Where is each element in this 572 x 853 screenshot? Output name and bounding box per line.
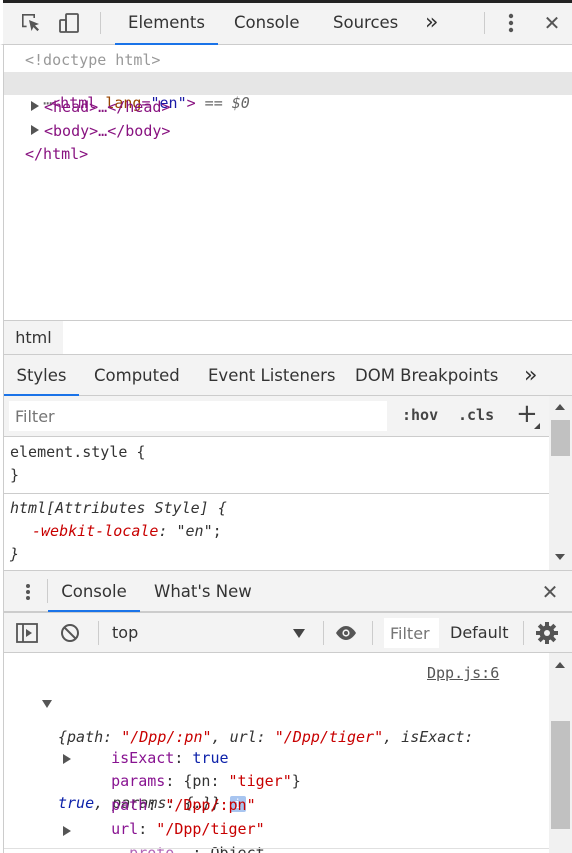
- console-toolbar-divider-2: [323, 621, 324, 645]
- rule-divider: [4, 493, 549, 494]
- console-toolbar: top Default: [3, 612, 572, 653]
- tab-elements-label: Elements: [128, 12, 205, 32]
- console-scrollbar[interactable]: [549, 653, 572, 853]
- drawer-tab-whats-new[interactable]: What's New: [154, 571, 252, 611]
- tab-sources-label: Sources: [333, 12, 399, 32]
- styles-tabbar: Styles Computed Event Listeners DOM Brea…: [3, 355, 572, 396]
- expand-body-triangle-icon[interactable]: [31, 125, 39, 135]
- console-toolbar-divider-3: [372, 621, 373, 645]
- context-selector[interactable]: top: [105, 618, 315, 648]
- toolbar-divider: [100, 12, 101, 34]
- device-toolbar-icon[interactable]: [55, 9, 83, 37]
- styles-pane: element.style { } html[Attributes Style]…: [3, 437, 549, 570]
- tab-dom-breakpoints[interactable]: DOM Breakpoints: [355, 355, 498, 395]
- expand-proto-triangle-icon[interactable]: [63, 826, 71, 836]
- breadcrumb: html: [3, 320, 572, 355]
- tab-event-listeners[interactable]: Event Listeners: [208, 355, 336, 395]
- styles-filter-input[interactable]: [9, 401, 387, 431]
- console-bottom-divider: [4, 848, 549, 849]
- new-rule-corner-icon: [534, 423, 540, 429]
- tab-console[interactable]: Console: [234, 0, 300, 44]
- element-style-close: }: [10, 466, 20, 484]
- live-expression-eye-icon[interactable]: [330, 621, 362, 645]
- console-settings-gear-icon[interactable]: [534, 620, 560, 646]
- tab-sources[interactable]: Sources: [333, 0, 398, 44]
- show-sidebar-icon[interactable]: [14, 621, 40, 645]
- console-toolbar-divider-4: [523, 621, 524, 645]
- expand-params-triangle-icon[interactable]: [63, 754, 71, 764]
- context-dropdown-arrow-icon: [293, 629, 305, 638]
- console-filter-input[interactable]: [384, 618, 439, 648]
- expand-head-triangle-icon[interactable]: [31, 101, 39, 111]
- tab-elements[interactable]: Elements: [115, 0, 218, 45]
- element-style-rule[interactable]: element.style { }: [10, 441, 145, 487]
- attributes-style-rule[interactable]: html[Attributes Style] { -webkit-locale:…: [10, 497, 227, 566]
- dom-doctype[interactable]: <!doctype html>: [25, 50, 160, 70]
- element-style-selector: element.style {: [10, 443, 146, 461]
- tab-computed[interactable]: Computed: [94, 355, 180, 395]
- hov-button[interactable]: :hov: [402, 406, 438, 424]
- tab-styles[interactable]: Styles: [4, 355, 79, 396]
- attributes-style-close: }: [10, 545, 20, 563]
- collapse-object-triangle-icon[interactable]: [42, 700, 52, 708]
- webkit-locale-declaration[interactable]: -webkit-locale: "en";: [10, 520, 227, 543]
- drawer-tab-console[interactable]: Console: [48, 571, 140, 612]
- drawer-menu-icon[interactable]: [18, 580, 38, 604]
- inspect-element-icon[interactable]: [17, 9, 45, 37]
- more-tabs-button[interactable]: »: [425, 0, 438, 44]
- kebab-menu-icon[interactable]: [499, 10, 523, 36]
- dom-body-row[interactable]: <body>…</body>: [44, 121, 170, 141]
- drawer-tabbar: Console What's New ✕: [3, 570, 572, 612]
- more-tabs-icon: »: [425, 9, 439, 35]
- attributes-style-selector: html[Attributes Style] {: [10, 499, 227, 517]
- dom-tree: <!doctype html> ⋯<html lang="en"> == $0 …: [3, 45, 572, 320]
- devtools-main-toolbar: Elements Console Sources » ✕: [0, 0, 572, 45]
- scroll-up-arrow-icon[interactable]: [555, 404, 565, 410]
- breadcrumb-item-html[interactable]: html: [4, 321, 63, 354]
- more-styles-tabs-button[interactable]: »: [524, 355, 537, 395]
- context-selector-value: top: [112, 623, 139, 642]
- tab-console-label: Console: [234, 12, 300, 32]
- close-devtools-icon[interactable]: ✕: [539, 10, 565, 36]
- log-level-selector[interactable]: Default: [450, 623, 508, 642]
- clear-console-icon[interactable]: [57, 621, 83, 645]
- scroll-down-arrow-icon[interactable]: [555, 554, 565, 560]
- styles-filter-row: :hov .cls +: [3, 396, 549, 437]
- console-source-link[interactable]: Dpp.js:6: [427, 663, 499, 683]
- close-drawer-icon[interactable]: ✕: [537, 579, 563, 605]
- console-scroll-up-arrow-icon[interactable]: [555, 662, 565, 668]
- console-output: Dpp.js:6 {path: "/Dpp/:pn", url: "/Dpp/t…: [3, 653, 549, 853]
- styles-scrollbar[interactable]: [549, 396, 572, 570]
- cls-button[interactable]: .cls: [458, 406, 494, 424]
- dom-html-close-row[interactable]: </html>: [25, 144, 88, 164]
- console-toolbar-divider-1: [98, 621, 99, 645]
- dom-head-row[interactable]: <head>…</head>: [44, 97, 170, 117]
- toolbar-divider-right: [484, 12, 485, 34]
- styles-scrollbar-thumb[interactable]: [551, 420, 570, 456]
- console-scrollbar-thumb[interactable]: [551, 721, 570, 829]
